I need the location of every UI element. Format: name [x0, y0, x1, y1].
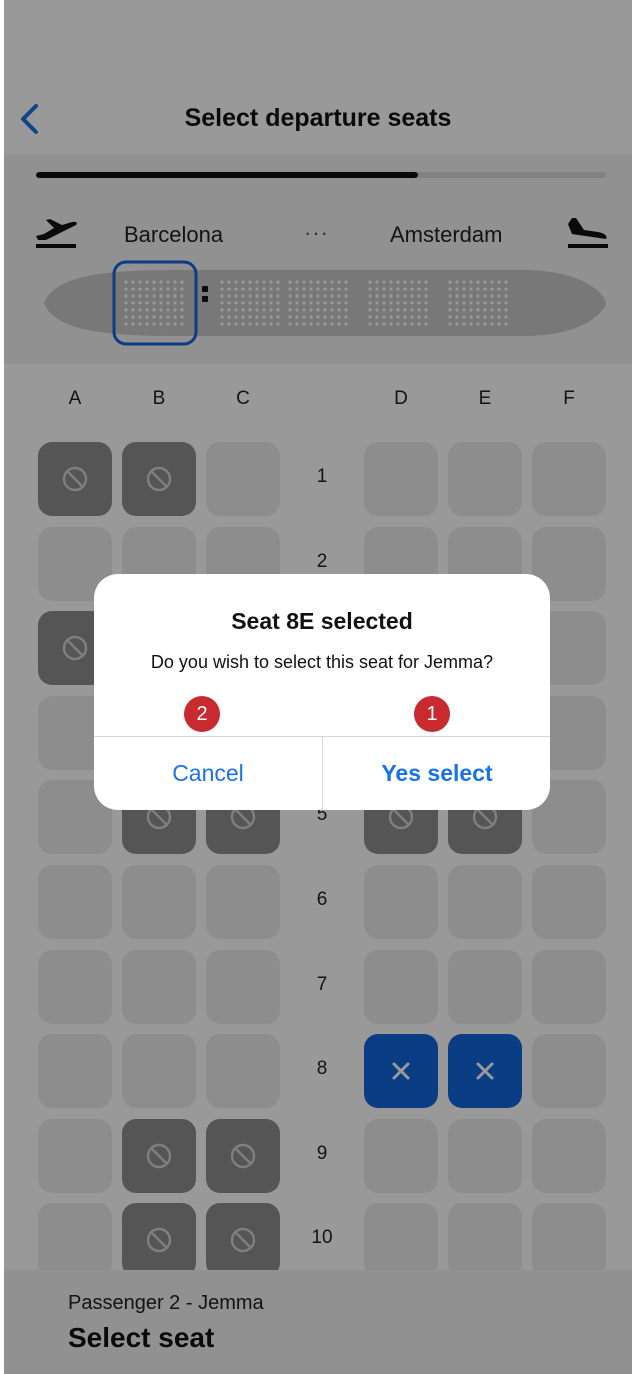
seat-selection-screen: Select departure seats Barcelona ··· Ams…	[4, 0, 632, 1374]
dialog-title: Seat 8E selected	[231, 608, 413, 634]
cancel-button[interactable]: Cancel	[94, 737, 322, 810]
step-badge-cancel: 2	[184, 696, 220, 732]
step-badge-confirm: 1	[414, 696, 450, 732]
dialog-message: Do you wish to select this seat for Jemm…	[150, 652, 494, 672]
yes-select-button[interactable]: Yes select	[323, 737, 550, 810]
confirm-seat-dialog: Seat 8E selected Do you wish to select t…	[94, 574, 550, 810]
